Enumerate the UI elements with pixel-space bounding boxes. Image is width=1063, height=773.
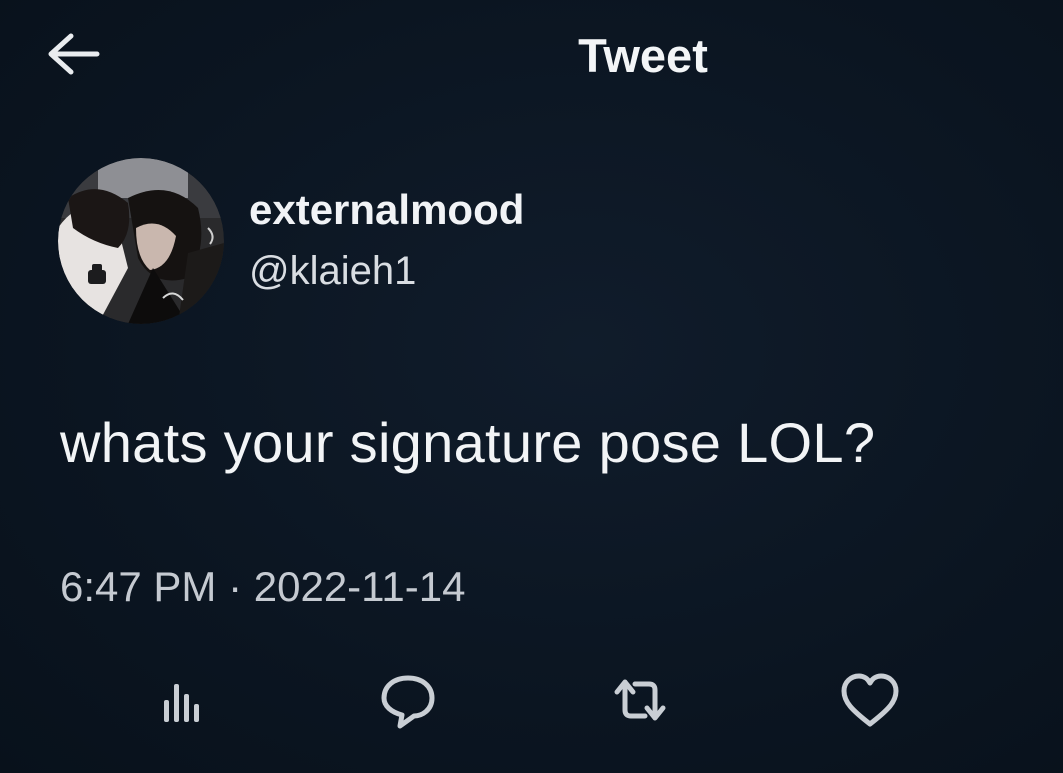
arrow-left-icon	[48, 33, 100, 75]
author-display-name[interactable]: externalmood	[249, 186, 524, 234]
tweet-timestamp[interactable]: 6:47 PM · 2022-11-14	[60, 563, 465, 611]
avatar[interactable]	[58, 158, 224, 324]
analytics-button[interactable]	[136, 660, 216, 740]
retweet-button[interactable]	[600, 660, 680, 740]
author-handle: @klaieh1	[249, 249, 417, 293]
heart-icon	[841, 673, 899, 727]
profile-photo-image	[58, 158, 224, 324]
page-title: Tweet	[578, 29, 708, 82]
bar-chart-icon	[164, 684, 199, 722]
speech-bubble-icon	[381, 675, 435, 729]
tweet-action-bar	[0, 660, 1063, 740]
reply-button[interactable]	[368, 660, 448, 740]
back-button[interactable]	[40, 26, 106, 82]
top-bar: Tweet	[0, 0, 1063, 110]
like-button[interactable]	[830, 660, 910, 740]
retweet-icon	[614, 679, 666, 721]
tweet-text: whats your signature pose LOL?	[60, 411, 876, 474]
